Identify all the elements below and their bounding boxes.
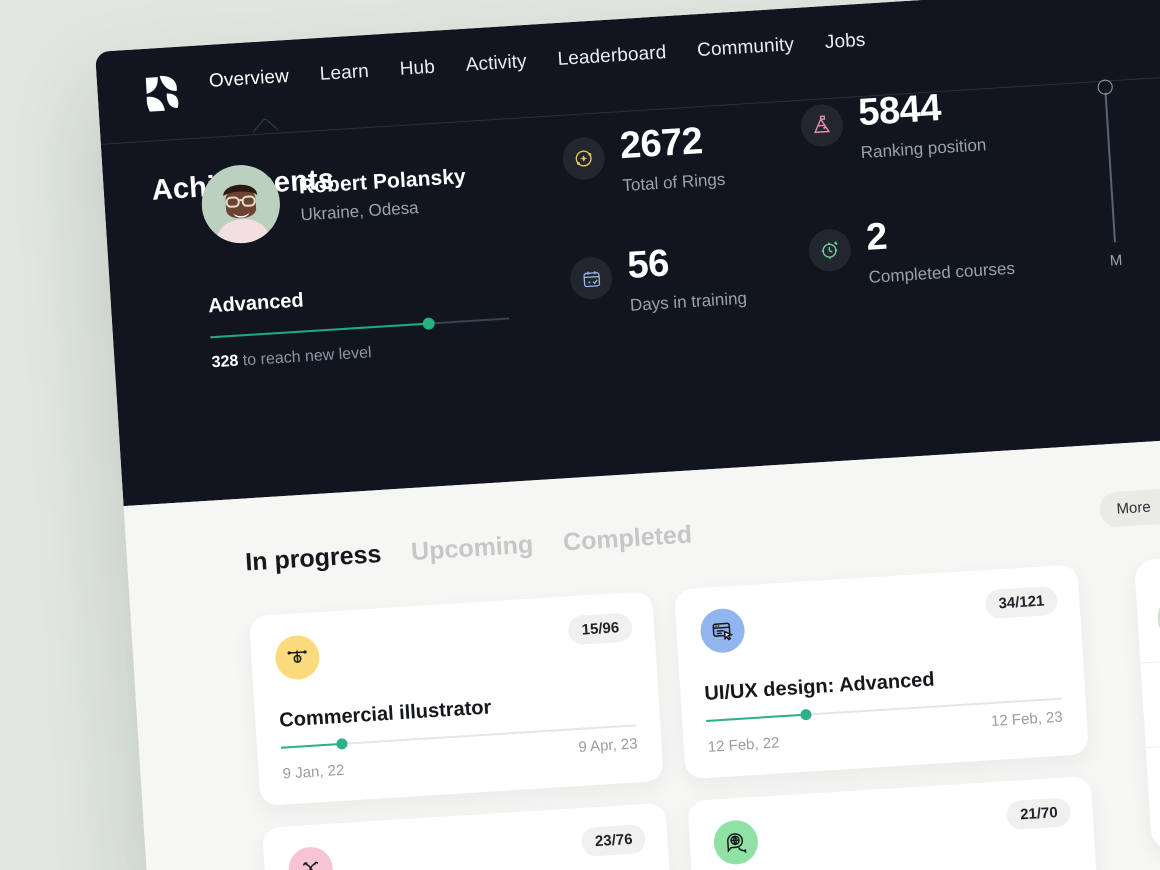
course-card-grid: 15/96 Commercial illustrator 9 Jan, 22 9 Ap…: [248, 564, 1104, 870]
level-progress-knob[interactable]: [422, 317, 436, 330]
profile-location: Ukraine, Odesa: [300, 198, 420, 225]
rings-orbit-icon: [561, 136, 606, 181]
nav-items: Overview Learn Hub Activity Leaderboard …: [208, 30, 866, 93]
stat-label: Ranking position: [860, 135, 987, 163]
chat-globe-icon: [712, 818, 760, 866]
leaderboard-row[interactable]: [1140, 649, 1160, 748]
level-remaining-label: to reach new level: [242, 344, 373, 370]
profile-block: Robert Polansky Ukraine, Odesa: [199, 151, 469, 246]
mountain-flag-icon: [799, 103, 845, 148]
profile-name: Robert Polansky: [298, 164, 467, 199]
tab-completed[interactable]: Completed: [562, 520, 693, 557]
level-remaining-note: 328 to reach new level: [211, 335, 512, 372]
course-end-date: 9 Apr, 23: [577, 735, 639, 757]
course-title: Commercial illustrator: [278, 696, 492, 732]
nav-item-learn[interactable]: Learn: [319, 61, 369, 86]
nav-item-jobs[interactable]: Jobs: [824, 30, 866, 55]
course-progress-fill: [280, 742, 342, 749]
motion-path-icon: [287, 845, 335, 870]
level-name: Advanced: [207, 289, 305, 318]
more-button[interactable]: More →: [1098, 487, 1160, 528]
nav-item-activity[interactable]: Activity: [465, 51, 527, 77]
nav-item-community[interactable]: Community: [697, 34, 795, 62]
browser-cursor-icon: [699, 607, 746, 655]
tab-in-progress[interactable]: In progress: [244, 540, 382, 577]
nav-item-overview[interactable]: Overview: [208, 66, 289, 93]
stat-completed-courses: 2 Completed courses: [807, 210, 1015, 292]
leaderboard-row[interactable]: [1135, 566, 1160, 663]
leaderboard-row[interactable]: [1145, 734, 1160, 833]
stat-value: 5844: [857, 87, 943, 135]
course-card[interactable]: 23/76: [262, 802, 678, 870]
dashboard-surface: Overview Learn Hub Activity Leaderboard …: [95, 0, 1160, 870]
stat-label: Completed courses: [868, 258, 1016, 287]
calendar-check-icon: [568, 256, 614, 301]
brand-logo-icon[interactable]: [141, 71, 186, 116]
target-clock-icon: [807, 227, 853, 273]
course-card[interactable]: 21/70: [687, 775, 1103, 870]
course-progress-badge: 15/96: [567, 612, 634, 646]
nav-item-leaderboard[interactable]: Leaderboard: [557, 42, 667, 71]
course-title: UI/UX design: Advanced: [703, 668, 936, 705]
level-progress-track[interactable]: [210, 317, 510, 339]
dark-panel: Overview Learn Hub Activity Leaderboard …: [95, 0, 1160, 507]
course-progress-knob[interactable]: [799, 708, 812, 721]
course-progress-badge: 21/70: [1006, 797, 1072, 831]
course-progress-fill: [706, 713, 806, 722]
course-progress-badge: 23/76: [581, 824, 647, 857]
stat-value: 56: [626, 242, 671, 287]
activity-bar-m: M: [1097, 79, 1123, 270]
course-progress-knob[interactable]: [335, 738, 348, 750]
course-end-date: 12 Feb, 23: [990, 708, 1064, 731]
leaderboard-panel: [1133, 547, 1160, 851]
stat-days-training: 56 Days in training: [568, 240, 748, 320]
page-background: Overview Learn Hub Activity Leaderboard …: [0, 0, 1160, 870]
pen-nib-icon: [274, 634, 321, 681]
activity-axis-label: M: [1109, 251, 1123, 270]
course-start-date: 12 Feb, 22: [707, 734, 780, 756]
level-progress-block: Advanced 328 to reach new level: [208, 277, 512, 373]
course-card[interactable]: 15/96 Commercial illustrator 9 Jan, 22 9 Ap…: [248, 591, 664, 807]
leader-avatar-1: [1155, 587, 1160, 648]
nav-item-hub[interactable]: Hub: [399, 57, 435, 81]
course-start-date: 9 Jan, 22: [282, 761, 345, 783]
course-progress-badge: 34/121: [984, 585, 1059, 620]
course-card-row: 15/96 Commercial illustrator 9 Jan, 22 9 Ap…: [248, 564, 1090, 807]
level-remaining-value: 328: [211, 352, 239, 372]
activity-chart: MT: [1063, 54, 1160, 279]
stat-ranking-position: 5844 Ranking position: [799, 86, 987, 166]
course-tabs: In progress Upcoming Completed: [244, 520, 693, 577]
stat-value: 2672: [618, 120, 704, 168]
tab-upcoming[interactable]: Upcoming: [410, 530, 534, 567]
stat-label: Days in training: [629, 288, 748, 315]
more-button-label: More: [1116, 498, 1152, 518]
activity-bar-dot: [1097, 79, 1114, 96]
course-card[interactable]: 34/121 UI/UX design: Advanced 12 Feb, 22 12…: [673, 564, 1090, 780]
avatar: [199, 162, 283, 246]
stat-total-rings: 2672 Total of Rings: [561, 120, 726, 200]
stat-value: 2: [864, 215, 889, 259]
level-progress-fill: [210, 322, 429, 339]
stat-label: Total of Rings: [621, 169, 726, 196]
